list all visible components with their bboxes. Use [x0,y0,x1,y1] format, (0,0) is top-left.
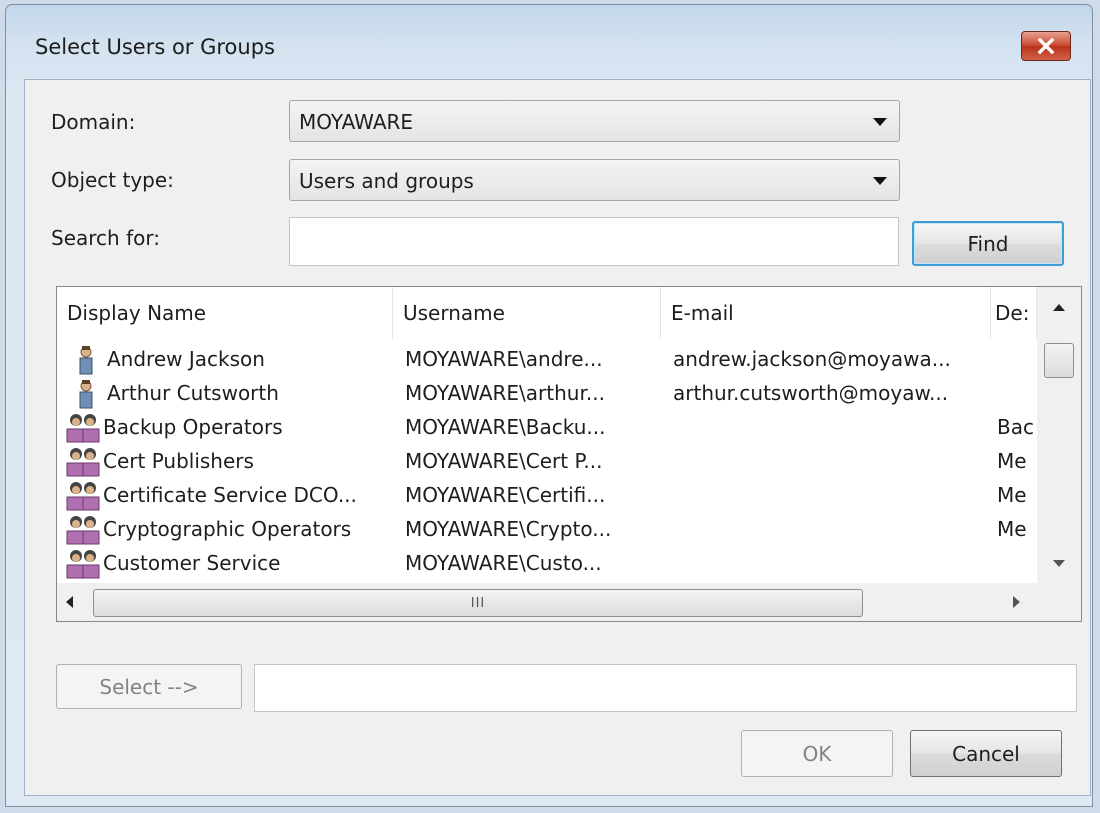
vertical-scroll-thumb[interactable] [1044,343,1074,378]
list-row[interactable]: Certificate Service DCO... MOYAWARE\Certi… [57,479,1037,513]
cell-username: MOYAWARE\andre... [405,347,603,371]
cell-description: Me [997,449,1027,473]
object-type-value: Users and groups [299,169,474,193]
horizontal-scroll-thumb[interactable]: III [93,589,863,617]
cancel-button-label: Cancel [952,741,1020,766]
cell-username: MOYAWARE\Custo... [405,551,602,575]
selection-textbox[interactable] [254,664,1077,712]
chevron-down-icon [873,118,887,126]
cell-email: arthur.cutsworth@moyaw... [673,381,949,405]
cell-display-name: Cert Publishers [103,449,254,473]
cell-username: MOYAWARE\Certifi... [405,483,606,507]
scroll-corner [1037,583,1081,621]
group-icon [65,547,101,586]
list-row[interactable]: Cert Publishers MOYAWARE\Cert P... Me [57,445,1037,479]
cell-display-name: Customer Service [103,551,281,575]
horizontal-scrollbar[interactable]: III [57,583,1037,621]
find-button-label: Find [967,231,1009,256]
list-row[interactable]: Cryptographic Operators MOYAWARE\Crypto..… [57,513,1037,547]
column-header-username[interactable]: Username [393,287,661,339]
cell-display-name: Andrew Jackson [107,347,265,371]
list-row[interactable]: Backup Operators MOYAWARE\Backu... Bac [57,411,1037,445]
find-button[interactable]: Find [912,221,1064,266]
cell-username: MOYAWARE\arthur... [405,381,605,405]
cell-username: MOYAWARE\Crypto... [405,517,612,541]
list-row[interactable]: Arthur Cutsworth MOYAWARE\arthur... arthur… [57,377,1037,411]
cell-display-name: Backup Operators [103,415,283,439]
scroll-right-icon[interactable] [1013,596,1020,608]
dialog-body: Domain: MOYAWARE Object type: Users and … [24,79,1091,796]
close-icon [1037,38,1055,54]
scroll-grip: III [470,595,486,611]
cell-username: MOYAWARE\Backu... [405,415,606,439]
select-button-label: Select --> [99,674,199,699]
scroll-left-icon[interactable] [66,596,73,608]
column-header-display-name[interactable]: Display Name [57,287,393,339]
vertical-scrollbar[interactable] [1037,287,1081,583]
scroll-up-icon[interactable] [1053,304,1065,311]
column-header-email[interactable]: E-mail [661,287,991,339]
ok-button-label: OK [802,741,832,766]
cell-description: Me [997,517,1027,541]
cell-description: Bac [997,415,1034,439]
domain-value: MOYAWARE [299,110,414,134]
domain-combobox[interactable]: MOYAWARE [289,100,900,142]
cell-email: andrew.jackson@moyawa... [673,347,951,371]
cell-username: MOYAWARE\Cert P... [405,449,603,473]
dialog-window: Select Users or Groups Domain: MOYAWARE … [5,4,1093,807]
domain-label: Domain: [51,110,136,134]
search-label: Search for: [51,226,160,250]
object-type-label: Object type: [51,168,174,192]
select-button[interactable]: Select --> [56,664,242,709]
cell-display-name: Cryptographic Operators [103,517,352,541]
cell-description: Me [997,483,1027,507]
list-row[interactable]: Andrew Jackson MOYAWARE\andre... andrew.ja… [57,343,1037,377]
cell-display-name: Certificate Service DCO... [103,483,357,507]
cell-display-name: Arthur Cutsworth [107,381,279,405]
search-input[interactable] [289,217,899,266]
scroll-down-icon[interactable] [1053,560,1065,567]
chevron-down-icon [873,177,887,185]
object-type-combobox[interactable]: Users and groups [289,159,900,201]
list-row[interactable]: Customer Service MOYAWARE\Custo... [57,547,1037,581]
close-button[interactable] [1021,31,1071,61]
cancel-button[interactable]: Cancel [910,730,1062,777]
column-header-description[interactable]: De: [991,287,1037,339]
window-title: Select Users or Groups [35,35,275,59]
ok-button[interactable]: OK [741,730,893,777]
results-listview[interactable]: Display Name Username E-mail De: Andrew … [56,286,1082,622]
